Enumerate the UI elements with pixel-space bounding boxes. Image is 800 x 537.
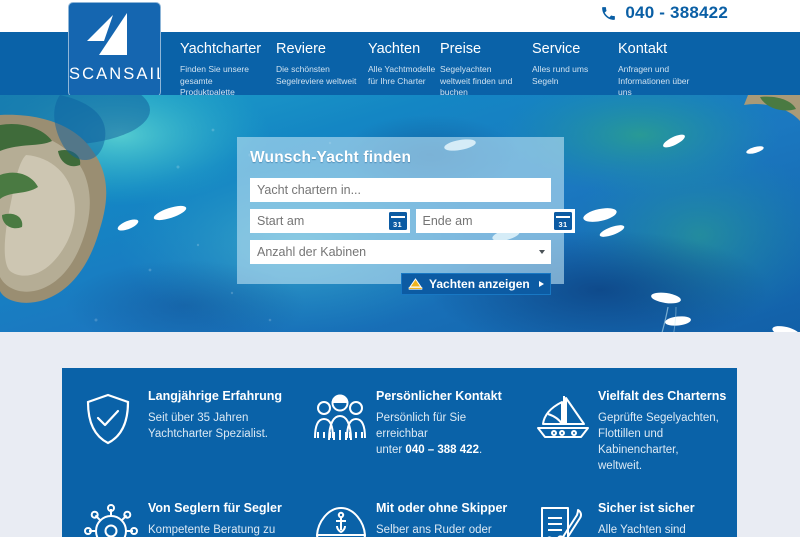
- feature-title: Langjährige Erfahrung: [148, 389, 283, 403]
- nav-label: Reviere: [276, 41, 326, 57]
- start-date-input[interactable]: [250, 209, 410, 233]
- calendar-icon-start[interactable]: 31: [388, 212, 407, 230]
- nav-label: Kontakt: [618, 41, 668, 57]
- feature-title: Persönlicher Kontakt: [376, 389, 502, 403]
- nav-sublabel: Anfragen und Informationen über uns: [618, 64, 690, 97]
- feature-mit-oder-ohne-skipper: Mit oder ohne Skipper Selber ans Ruder o…: [290, 498, 512, 537]
- calendar-day-number: 31: [393, 220, 402, 229]
- destination-input[interactable]: [250, 178, 551, 202]
- features-row-top: Langjährige Erfahrung Seit über 35 Jahre…: [62, 386, 737, 474]
- feature-phone-number: 040 – 388 422: [405, 444, 479, 456]
- shield-check-icon: [84, 386, 136, 474]
- sail-triangle-icon: [408, 278, 423, 290]
- nav-label: Preise: [440, 41, 482, 57]
- nav-item-kontakt[interactable]: Kontakt Anfragen und Informationen über …: [618, 40, 728, 99]
- people-group-icon: [312, 386, 366, 474]
- nav-sublabel: Finden Sie unsere gesamte Produktpalette: [180, 64, 249, 97]
- chevron-down-icon: [539, 250, 545, 254]
- nav-item-yachten[interactable]: Yachten Alle Yachtmodelle für Ihre Chart…: [368, 40, 440, 99]
- sailboat-icon: [534, 386, 589, 474]
- feature-vielfalt-des-charterns: Vielfalt des Charterns Geprüfte Segelyac…: [512, 386, 737, 474]
- phone-icon: [602, 6, 616, 20]
- captain-hat-icon: [312, 498, 366, 537]
- feature-title: Von Seglern für Segler: [148, 501, 282, 515]
- date-range-row: 31 31: [250, 209, 575, 233]
- nav-sublabel: Die schönsten Segelreviere weltweit: [276, 64, 357, 86]
- feature-text: Sicher ist sicher Alle Yachten sind Haft…: [598, 498, 731, 537]
- feature-description: Seit über 35 Jahren Yachtcharter Spezial…: [148, 410, 282, 442]
- feature-title: Vielfalt des Charterns: [598, 389, 727, 403]
- feature-sicher-ist-sicher: Sicher ist sicher Alle Yachten sind Haft…: [512, 498, 737, 537]
- nav-label: Yachten: [368, 41, 421, 57]
- feature-text: Persönlicher Kontakt Persönlich für Sie …: [376, 386, 506, 474]
- feature-description: Selber ans Ruder oder mit einem lokalen …: [376, 522, 507, 537]
- features-section: Langjährige Erfahrung Seit über 35 Jahre…: [62, 368, 737, 537]
- chevron-right-icon: [539, 281, 544, 287]
- feature-text: Langjährige Erfahrung Seit über 35 Jahre…: [148, 386, 282, 474]
- feature-line: Seit über 35 Jahren: [148, 412, 249, 424]
- feature-line: Flottillen und Kabinencharter,: [598, 428, 679, 456]
- feature-title: Sicher ist sicher: [598, 501, 695, 515]
- nav-item-reviere[interactable]: Reviere Die schönsten Segelreviere weltw…: [276, 40, 368, 99]
- phone-number: 040 - 388422: [625, 3, 728, 22]
- search-panel-title: Wunsch-Yacht finden: [250, 149, 412, 166]
- site-logo[interactable]: SCANSAIL: [68, 2, 161, 97]
- nav-item-preise[interactable]: Preise Segelyachten weltweit finden und …: [440, 40, 532, 99]
- features-row-bottom: Von Seglern für Segler Kompetente Beratu…: [62, 498, 737, 537]
- document-pen-icon: [534, 498, 586, 537]
- nav-sublabel: Alles rund ums Segeln: [532, 64, 589, 86]
- page-root: 040 - 388422 SCANSAIL Yachtcharter Finde…: [0, 0, 800, 537]
- nav-sublabel: Segelyachten weltweit finden und buchen: [440, 64, 513, 97]
- feature-title: Mit oder ohne Skipper: [376, 501, 508, 515]
- logo-wordmark: SCANSAIL: [69, 65, 161, 83]
- feature-line-suffix: .: [478, 444, 483, 456]
- nav-item-service[interactable]: Service Alles rund ums Segeln: [532, 40, 618, 99]
- feature-line-prefix: unter: [376, 444, 406, 456]
- feature-von-seglern-fuer-segler: Von Seglern für Segler Kompetente Beratu…: [62, 498, 290, 537]
- feature-line: Yachtcharter Spezialist.: [148, 428, 268, 440]
- feature-langjaehrige-erfahrung: Langjährige Erfahrung Seit über 35 Jahre…: [62, 386, 290, 474]
- feature-line-phone: unter 040 – 388 422.: [376, 442, 506, 458]
- cabins-select[interactable]: [250, 240, 551, 264]
- nav-label: Yachtcharter: [180, 41, 262, 57]
- feature-line: Selber ans Ruder oder mit: [376, 524, 492, 536]
- yacht-search-panel: Wunsch-Yacht finden 31 31: [237, 137, 575, 295]
- feature-line: Persönlich für Sie erreichbar: [376, 412, 467, 440]
- main-navigation-bar: SCANSAIL Yachtcharter Finden Sie unsere …: [0, 2, 800, 97]
- feature-line: Alle Yachten sind Haftpflicht: [598, 524, 686, 536]
- feature-text: Vielfalt des Charterns Geprüfte Segelyac…: [598, 386, 731, 474]
- show-yachts-button[interactable]: Yachten anzeigen: [401, 273, 551, 295]
- feature-line: Kompetente Beratung zu: [148, 524, 276, 536]
- end-date-input[interactable]: [415, 209, 575, 233]
- nav-sublabel: Alle Yachtmodelle für Ihre Charter: [368, 64, 436, 86]
- feature-description: Alle Yachten sind Haftpflicht und Vollka…: [598, 522, 731, 537]
- feature-text: Mit oder ohne Skipper Selber ans Ruder o…: [376, 498, 507, 537]
- feature-description: Kompetente Beratung zu allen Revieren vo…: [148, 522, 282, 537]
- sail-logo-icon: [87, 13, 127, 55]
- calendar-icon-end[interactable]: 31: [554, 212, 572, 230]
- nav-item-yachtcharter[interactable]: Yachtcharter Finden Sie unsere gesamte P…: [180, 40, 276, 99]
- search-submit-row: Yachten anzeigen: [250, 273, 551, 295]
- phone-link[interactable]: 040 - 388422: [600, 3, 728, 23]
- cabins-row: [250, 240, 551, 264]
- calendar-day-number: 31: [558, 220, 568, 229]
- feature-line: weltweit.: [598, 460, 643, 472]
- feature-text: Von Seglern für Segler Kompetente Beratu…: [148, 498, 282, 537]
- nav-label: Service: [532, 41, 581, 57]
- feature-persoenlicher-kontakt: Persönlicher Kontakt Persönlich für Sie …: [290, 386, 512, 474]
- feature-description: Persönlich für Sie erreichbar unter 040 …: [376, 410, 506, 458]
- nav-items: Yachtcharter Finden Sie unsere gesamte P…: [180, 40, 728, 99]
- feature-description: Geprüfte Segelyachten, Flottillen und Ka…: [598, 410, 731, 474]
- ship-wheel-icon: [84, 498, 138, 537]
- feature-line: Geprüfte Segelyachten,: [598, 412, 719, 424]
- show-yachts-label: Yachten anzeigen: [429, 277, 530, 291]
